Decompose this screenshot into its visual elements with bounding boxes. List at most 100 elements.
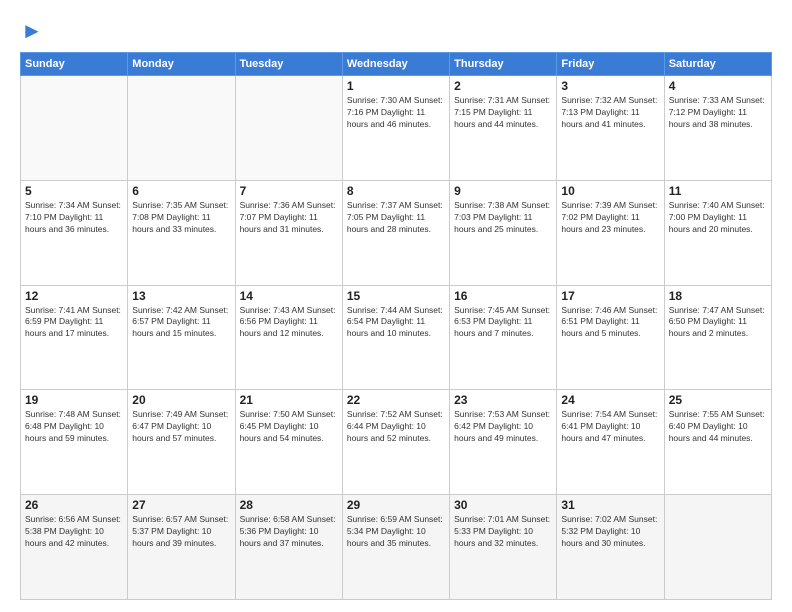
calendar-cell: 8 Sunrise: 7:37 AM Sunset: 7:05 PM Daylig… [342, 180, 449, 285]
week-row-1: 1 Sunrise: 7:30 AM Sunset: 7:16 PM Daylig… [21, 76, 772, 181]
day-info: Sunrise: 7:37 AM Sunset: 7:05 PM Dayligh… [347, 200, 445, 236]
day-number: 7 [240, 184, 338, 198]
day-info: Sunrise: 7:01 AM Sunset: 5:33 PM Dayligh… [454, 514, 552, 550]
day-info: Sunrise: 7:43 AM Sunset: 6:56 PM Dayligh… [240, 305, 338, 341]
day-info: Sunrise: 7:47 AM Sunset: 6:50 PM Dayligh… [669, 305, 767, 341]
day-number: 13 [132, 289, 230, 303]
day-info: Sunrise: 7:50 AM Sunset: 6:45 PM Dayligh… [240, 409, 338, 445]
calendar-cell: 15Sunrise: 7:44 AM Sunset: 6:54 PM Dayli… [342, 285, 449, 390]
calendar-cell: 29 Sunrise: 6:59 AM Sunset: 5:34 PM Dayli… [342, 495, 449, 600]
day-number: 8 [347, 184, 445, 198]
day-info: Sunrise: 7:42 AM Sunset: 6:57 PM Dayligh… [132, 305, 230, 341]
week-row-2: 5 Sunrise: 7:34 AM Sunset: 7:10 PM Daylig… [21, 180, 772, 285]
calendar-cell: 11 Sunrise: 7:40 AM Sunset: 7:00 PM Dayli… [664, 180, 771, 285]
logo-arrow-icon: ► [21, 18, 43, 44]
calendar-cell [235, 76, 342, 181]
weekday-header-wednesday: Wednesday [342, 53, 449, 76]
day-number: 12 [25, 289, 123, 303]
day-number: 14 [240, 289, 338, 303]
day-number: 16 [454, 289, 552, 303]
calendar-cell: 18 Sunrise: 7:47 AM Sunset: 6:50 PM Dayli… [664, 285, 771, 390]
calendar-cell [128, 76, 235, 181]
day-number: 6 [132, 184, 230, 198]
day-info: Sunrise: 7:02 AM Sunset: 5:32 PM Dayligh… [561, 514, 659, 550]
week-row-3: 12 Sunrise: 7:41 AM Sunset: 6:59 PM Dayli… [21, 285, 772, 390]
calendar-cell: 25 Sunrise: 7:55 AM Sunset: 6:40 PM Dayli… [664, 390, 771, 495]
calendar-cell: 16 Sunrise: 7:45 AM Sunset: 6:53 PM Dayli… [450, 285, 557, 390]
calendar-cell: 9 Sunrise: 7:38 AM Sunset: 7:03 PM Daylig… [450, 180, 557, 285]
calendar-cell: 1 Sunrise: 7:30 AM Sunset: 7:16 PM Daylig… [342, 76, 449, 181]
calendar-cell: 31 Sunrise: 7:02 AM Sunset: 5:32 PM Dayli… [557, 495, 664, 600]
day-info: Sunrise: 6:56 AM Sunset: 5:38 PM Dayligh… [25, 514, 123, 550]
day-number: 31 [561, 498, 659, 512]
day-number: 20 [132, 393, 230, 407]
day-info: Sunrise: 7:38 AM Sunset: 7:03 PM Dayligh… [454, 200, 552, 236]
calendar-cell: 13 Sunrise: 7:42 AM Sunset: 6:57 PM Dayli… [128, 285, 235, 390]
calendar-cell: 26 Sunrise: 6:56 AM Sunset: 5:38 PM Dayli… [21, 495, 128, 600]
day-info: Sunrise: 7:41 AM Sunset: 6:59 PM Dayligh… [25, 305, 123, 341]
calendar-cell: 27 Sunrise: 6:57 AM Sunset: 5:37 PM Dayli… [128, 495, 235, 600]
calendar-cell: 12 Sunrise: 7:41 AM Sunset: 6:59 PM Dayli… [21, 285, 128, 390]
day-info: Sunrise: 7:46 AM Sunset: 6:51 PM Dayligh… [561, 305, 659, 341]
day-number: 30 [454, 498, 552, 512]
day-number: 27 [132, 498, 230, 512]
day-info: Sunrise: 7:33 AM Sunset: 7:12 PM Dayligh… [669, 95, 767, 131]
weekday-header-tuesday: Tuesday [235, 53, 342, 76]
calendar-cell: 4 Sunrise: 7:33 AM Sunset: 7:12 PM Daylig… [664, 76, 771, 181]
day-number: 11 [669, 184, 767, 198]
day-number: 9 [454, 184, 552, 198]
header: ► [20, 18, 772, 44]
day-number: 25 [669, 393, 767, 407]
day-info: Sunrise: 7:40 AM Sunset: 7:00 PM Dayligh… [669, 200, 767, 236]
week-row-5: 26 Sunrise: 6:56 AM Sunset: 5:38 PM Dayli… [21, 495, 772, 600]
calendar-cell: 19 Sunrise: 7:48 AM Sunset: 6:48 PM Dayli… [21, 390, 128, 495]
calendar-cell: 22Sunrise: 7:52 AM Sunset: 6:44 PM Dayli… [342, 390, 449, 495]
calendar-cell: 7 Sunrise: 7:36 AM Sunset: 7:07 PM Daylig… [235, 180, 342, 285]
day-number: 21 [240, 393, 338, 407]
day-number: 26 [25, 498, 123, 512]
day-number: 17 [561, 289, 659, 303]
day-info: Sunrise: 7:31 AM Sunset: 7:15 PM Dayligh… [454, 95, 552, 131]
day-number: 4 [669, 79, 767, 93]
day-number: 22 [347, 393, 445, 407]
day-number: 5 [25, 184, 123, 198]
day-number: 10 [561, 184, 659, 198]
day-info: Sunrise: 7:48 AM Sunset: 6:48 PM Dayligh… [25, 409, 123, 445]
day-number: 24 [561, 393, 659, 407]
weekday-header-thursday: Thursday [450, 53, 557, 76]
calendar-cell: 2 Sunrise: 7:31 AM Sunset: 7:15 PM Daylig… [450, 76, 557, 181]
day-info: Sunrise: 7:35 AM Sunset: 7:08 PM Dayligh… [132, 200, 230, 236]
day-number: 18 [669, 289, 767, 303]
day-number: 19 [25, 393, 123, 407]
week-row-4: 19 Sunrise: 7:48 AM Sunset: 6:48 PM Dayli… [21, 390, 772, 495]
logo: ► [20, 18, 43, 44]
day-info: Sunrise: 7:45 AM Sunset: 6:53 PM Dayligh… [454, 305, 552, 341]
weekday-header-sunday: Sunday [21, 53, 128, 76]
day-number: 29 [347, 498, 445, 512]
calendar-cell: 14 Sunrise: 7:43 AM Sunset: 6:56 PM Dayli… [235, 285, 342, 390]
day-number: 2 [454, 79, 552, 93]
day-info: Sunrise: 7:34 AM Sunset: 7:10 PM Dayligh… [25, 200, 123, 236]
calendar-table: SundayMondayTuesdayWednesdayThursdayFrid… [20, 52, 772, 600]
calendar-cell: 17 Sunrise: 7:46 AM Sunset: 6:51 PM Dayli… [557, 285, 664, 390]
day-info: Sunrise: 7:49 AM Sunset: 6:47 PM Dayligh… [132, 409, 230, 445]
day-number: 23 [454, 393, 552, 407]
calendar-cell: 24 Sunrise: 7:54 AM Sunset: 6:41 PM Dayli… [557, 390, 664, 495]
calendar-cell: 10Sunrise: 7:39 AM Sunset: 7:02 PM Dayli… [557, 180, 664, 285]
day-number: 3 [561, 79, 659, 93]
day-info: Sunrise: 7:36 AM Sunset: 7:07 PM Dayligh… [240, 200, 338, 236]
weekday-header-monday: Monday [128, 53, 235, 76]
day-number: 28 [240, 498, 338, 512]
day-info: Sunrise: 7:30 AM Sunset: 7:16 PM Dayligh… [347, 95, 445, 131]
day-info: Sunrise: 7:54 AM Sunset: 6:41 PM Dayligh… [561, 409, 659, 445]
calendar-cell: 30 Sunrise: 7:01 AM Sunset: 5:33 PM Dayli… [450, 495, 557, 600]
day-number: 1 [347, 79, 445, 93]
day-info: Sunrise: 6:59 AM Sunset: 5:34 PM Dayligh… [347, 514, 445, 550]
day-info: Sunrise: 7:55 AM Sunset: 6:40 PM Dayligh… [669, 409, 767, 445]
calendar-cell: 5 Sunrise: 7:34 AM Sunset: 7:10 PM Daylig… [21, 180, 128, 285]
day-info: Sunrise: 7:32 AM Sunset: 7:13 PM Dayligh… [561, 95, 659, 131]
day-info: Sunrise: 7:44 AM Sunset: 6:54 PM Dayligh… [347, 305, 445, 341]
day-info: Sunrise: 6:57 AM Sunset: 5:37 PM Dayligh… [132, 514, 230, 550]
day-info: Sunrise: 6:58 AM Sunset: 5:36 PM Dayligh… [240, 514, 338, 550]
weekday-header-friday: Friday [557, 53, 664, 76]
